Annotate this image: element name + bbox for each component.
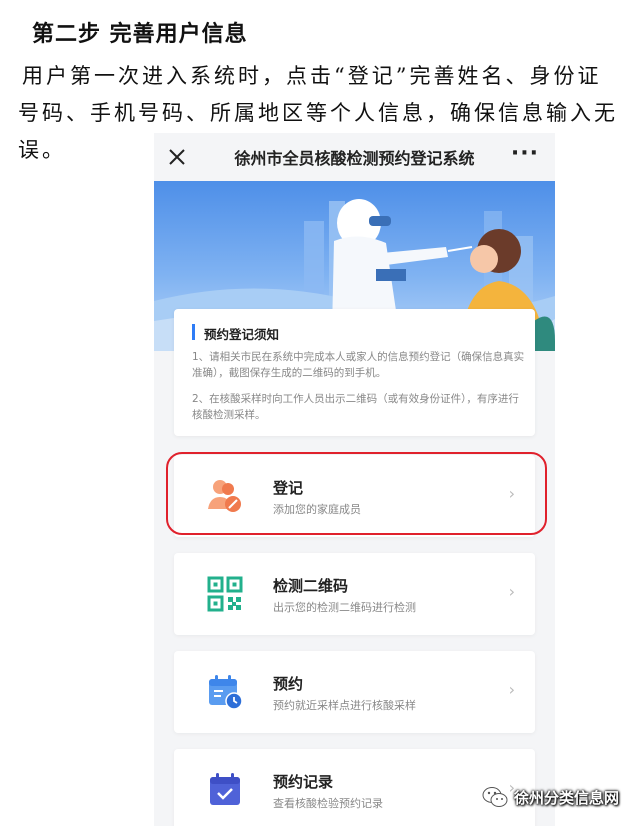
menu-card-appointment[interactable]: 预约 预约就近采样点进行核酸采样 › xyxy=(174,651,535,733)
menu-card-subtitle: 出示您的检测二维码进行检测 xyxy=(273,601,416,614)
calendar-check-icon xyxy=(210,773,240,805)
menu-card-title: 预约记录 xyxy=(273,773,334,791)
notice-item: 2、在核酸采样时向工作人员出示二维码（或有效身份证件），有序进行核酸检测采样。 xyxy=(192,393,519,421)
more-menu-icon[interactable]: ··· xyxy=(511,143,539,165)
calendar-clock-icon xyxy=(209,675,243,710)
notice-accent-bar xyxy=(192,324,195,340)
app-title: 徐州市全员核酸检测预约登记系统 xyxy=(234,149,475,168)
qr-code-icon xyxy=(207,576,243,612)
menu-card-subtitle: 预约就近采样点进行核酸采样 xyxy=(273,699,416,712)
wechat-icon xyxy=(482,787,508,807)
notice-card: 预约登记须知 1、请相关市民在系统中完成本人或家人的信息预约登记（确保信息真实准… xyxy=(174,309,535,436)
chevron-right-icon: › xyxy=(508,582,515,601)
register-highlight-outline xyxy=(166,452,547,535)
menu-card-subtitle: 查看核酸检验预约记录 xyxy=(273,797,383,810)
menu-card-title: 检测二维码 xyxy=(273,577,349,595)
close-icon[interactable] xyxy=(162,142,192,172)
menu-card-records[interactable]: 预约记录 查看核酸检验预约记录 › xyxy=(174,749,535,826)
app-header: 徐州市全员核酸检测预约登记系统 ··· xyxy=(154,133,555,181)
menu-card-qr[interactable]: 检测二维码 出示您的检测二维码进行检测 › xyxy=(174,553,535,635)
notice-title: 预约登记须知 xyxy=(204,327,280,342)
chevron-right-icon: › xyxy=(508,680,515,699)
step-heading: 第二步 完善用户信息 xyxy=(32,22,248,47)
menu-card-title: 预约 xyxy=(273,675,304,693)
watermark: 徐州分类信息网 xyxy=(482,786,619,808)
watermark-text: 徐州分类信息网 xyxy=(513,788,619,807)
notice-item: 1、请相关市民在系统中完成本人或家人的信息预约登记（确保信息真实准确），截图保存… xyxy=(192,351,525,379)
